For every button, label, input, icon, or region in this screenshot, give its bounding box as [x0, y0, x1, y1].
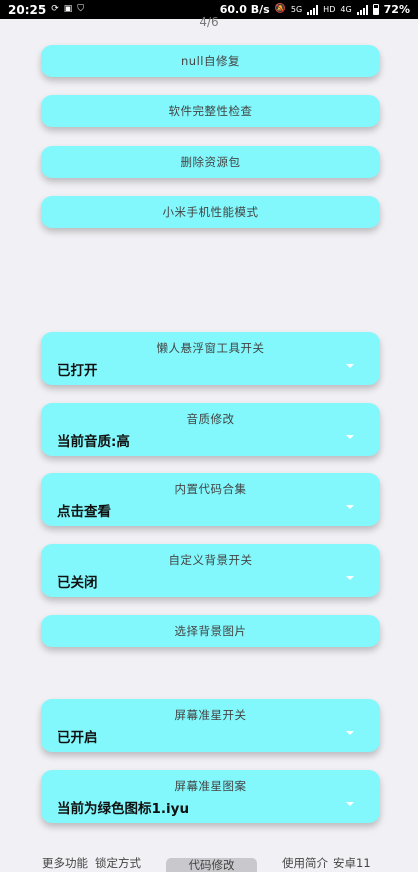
- nav-lock-method[interactable]: 锁定方式: [95, 855, 141, 871]
- null-repair-button[interactable]: null自修复: [41, 45, 380, 77]
- nav-more-functions[interactable]: 更多功能: [42, 855, 88, 871]
- nav-guide[interactable]: 使用简介: [282, 855, 328, 871]
- card-title: 屏幕准星图案: [174, 779, 247, 793]
- signal-icon: [307, 4, 319, 15]
- card-value: 已打开: [57, 363, 98, 379]
- sync-icon: ⟳: [51, 4, 59, 14]
- delete-resources-button[interactable]: 删除资源包: [41, 146, 380, 178]
- chevron-down-icon[interactable]: [346, 731, 354, 735]
- battery-icon: [372, 4, 379, 15]
- net-4g: 4G: [340, 5, 352, 14]
- xiaomi-performance-button[interactable]: 小米手机性能模式: [41, 196, 380, 228]
- audio-quality-select[interactable]: 音质修改 当前音质:高: [41, 403, 380, 456]
- chevron-down-icon[interactable]: [346, 435, 354, 439]
- bottom-nav: 更多功能 锁定方式 代码修改 使用简介 安卓11: [0, 852, 418, 872]
- card-value: 已关闭: [57, 575, 98, 591]
- integrity-check-button[interactable]: 软件完整性检查: [41, 95, 380, 127]
- image-icon: ▣: [63, 4, 73, 14]
- net-5g: 5G: [290, 5, 303, 14]
- card-value: 当前音质:高: [57, 434, 130, 450]
- card-value: 当前为绿色图标1.iyu: [57, 801, 190, 817]
- nav-android-version[interactable]: 安卓11: [333, 855, 371, 871]
- builtin-code-select[interactable]: 内置代码合集 点击查看: [41, 473, 380, 526]
- choose-background-button[interactable]: 选择背景图片: [41, 615, 380, 647]
- shield-icon: ⛉: [77, 4, 85, 14]
- card-title: 自定义背景开关: [168, 553, 253, 567]
- signal-icon-2: [356, 4, 368, 15]
- chevron-down-icon[interactable]: [346, 505, 354, 509]
- card-value: 已开启: [57, 730, 98, 746]
- card-title: 内置代码合集: [174, 482, 247, 496]
- lazy-float-toggle[interactable]: 懒人悬浮窗工具开关 已打开: [41, 332, 380, 385]
- crosshair-toggle[interactable]: 屏幕准星开关 已开启: [41, 699, 380, 752]
- crosshair-pattern-select[interactable]: 屏幕准星图案 当前为绿色图标1.iyu: [41, 770, 380, 823]
- page-indicator: 4/6: [199, 15, 219, 29]
- card-title: 懒人悬浮窗工具开关: [156, 341, 265, 355]
- custom-background-toggle[interactable]: 自定义背景开关 已关闭: [41, 544, 380, 597]
- card-value: 点击查看: [57, 504, 111, 520]
- net-hd: HD: [323, 5, 336, 14]
- chevron-down-icon[interactable]: [346, 576, 354, 580]
- chevron-down-icon[interactable]: [346, 364, 354, 368]
- card-title: 音质修改: [186, 412, 235, 426]
- mute-icon: 🔕: [274, 4, 286, 14]
- card-title: 屏幕准星开关: [174, 708, 247, 722]
- chevron-down-icon[interactable]: [346, 802, 354, 806]
